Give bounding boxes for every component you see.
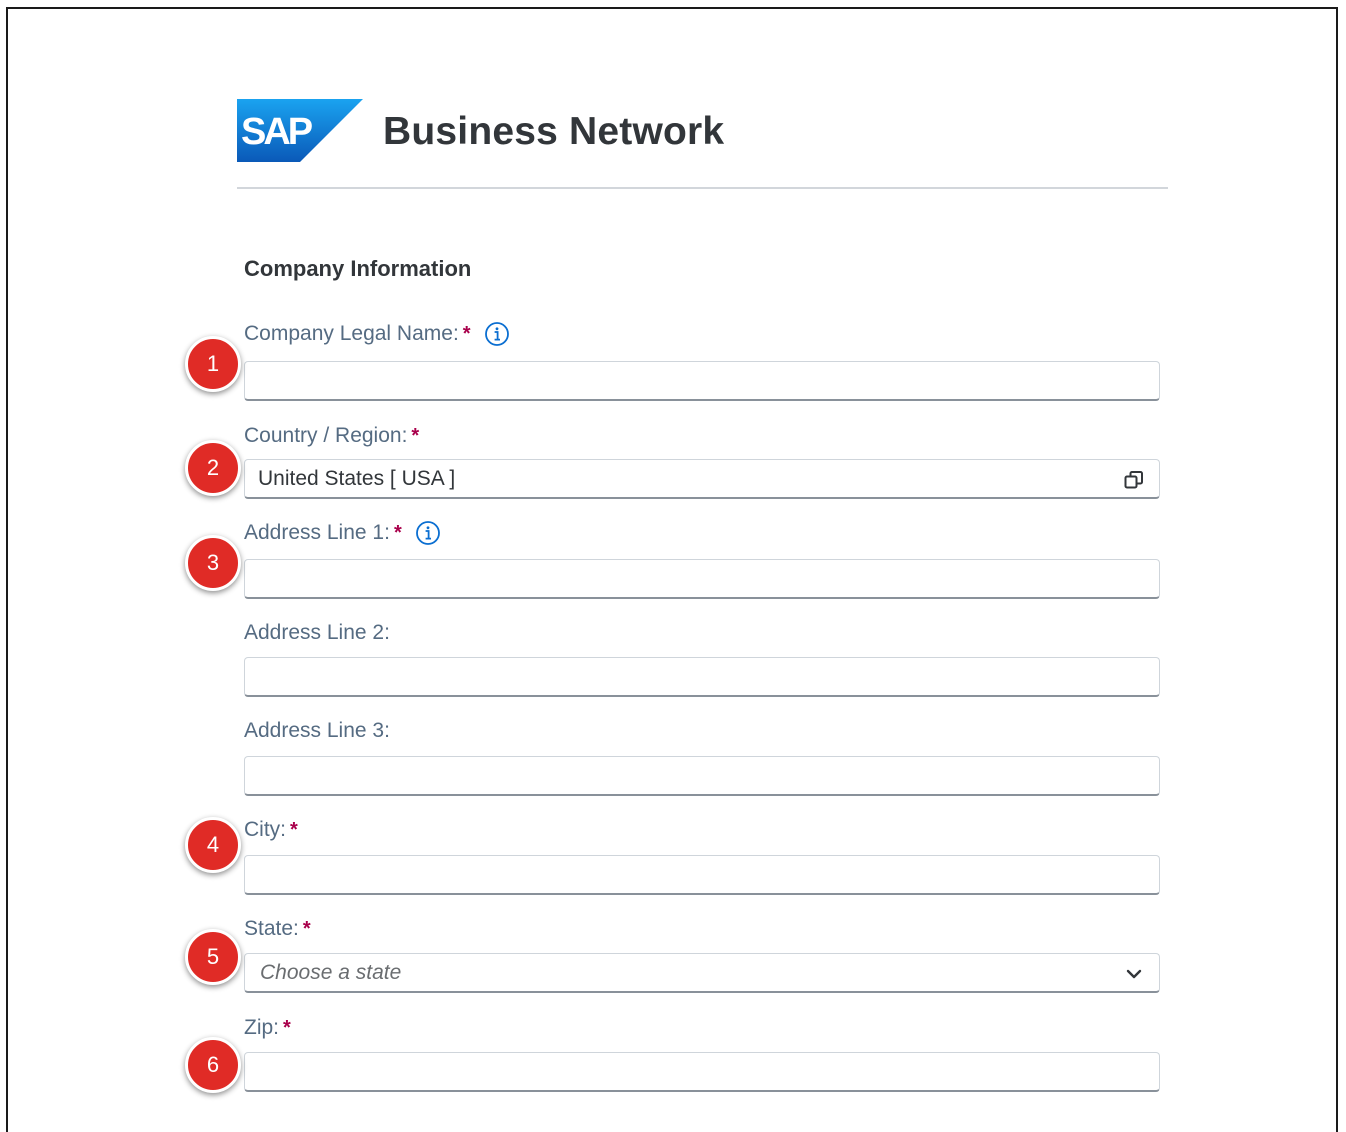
address-line-3-label-text: Address Line 3:	[244, 719, 390, 742]
address-line-3-input[interactable]	[245, 757, 1159, 794]
required-marker: *	[393, 521, 402, 544]
brand-title: Business Network	[383, 110, 725, 153]
callout-badge-4: 4	[185, 817, 241, 873]
country-region-value: United States [ USA ]	[258, 467, 456, 490]
zip-input[interactable]	[245, 1053, 1159, 1090]
address-line-3-label: Address Line 3:	[244, 719, 390, 743]
address-line-3-field[interactable]	[244, 756, 1160, 796]
required-marker: *	[283, 1016, 291, 1039]
chevron-down-icon[interactable]	[1123, 963, 1145, 985]
address-line-2-field[interactable]	[244, 657, 1160, 697]
address-line-1-input[interactable]	[245, 560, 1159, 597]
state-label: State: *	[244, 917, 311, 941]
country-region-field[interactable]: United States [ USA ]	[244, 459, 1160, 499]
sap-logo-text: SAP	[241, 111, 313, 153]
company-legal-name-input[interactable]	[245, 362, 1159, 399]
state-label-text: State:	[244, 917, 299, 940]
info-icon[interactable]	[415, 520, 441, 546]
callout-badge-1: 1	[185, 336, 241, 392]
callout-badge-6: 6	[185, 1037, 241, 1093]
callout-badge-2: 2	[185, 440, 241, 496]
city-field[interactable]	[244, 855, 1160, 895]
country-region-label-text: Country / Region:	[244, 424, 408, 447]
address-line-1-label-text: Address Line 1:	[244, 521, 390, 544]
zip-field[interactable]	[244, 1052, 1160, 1092]
city-input[interactable]	[245, 856, 1159, 893]
country-region-label: Country / Region: *	[244, 424, 419, 448]
city-label-text: City:	[244, 818, 286, 841]
zip-label-text: Zip:	[244, 1016, 280, 1039]
company-legal-name-field[interactable]	[244, 361, 1160, 401]
address-line-2-input[interactable]	[245, 658, 1159, 695]
callout-badge-3: 3	[185, 535, 241, 591]
address-line-1-label: Address Line 1: *	[244, 520, 441, 546]
address-line-2-label-text: Address Line 2:	[244, 621, 390, 644]
section-title: Company Information	[244, 256, 472, 281]
required-marker: *	[411, 424, 420, 447]
company-legal-name-label-text: Company Legal Name:	[244, 322, 459, 345]
address-line-1-field[interactable]	[244, 559, 1160, 599]
required-marker: *	[462, 322, 471, 345]
zip-label: Zip: *	[244, 1016, 291, 1040]
callout-badge-5: 5	[185, 929, 241, 985]
required-marker: *	[302, 917, 311, 940]
info-icon[interactable]	[484, 321, 510, 347]
state-select-placeholder: Choose a state	[260, 961, 402, 984]
city-label: City: *	[244, 818, 298, 842]
header-divider	[237, 187, 1168, 189]
address-line-2-label: Address Line 2:	[244, 621, 390, 645]
required-marker: *	[290, 818, 298, 841]
state-select[interactable]: Choose a state	[244, 953, 1160, 993]
sap-logo: SAP	[237, 99, 363, 162]
value-help-icon[interactable]	[1123, 469, 1145, 491]
company-legal-name-label: Company Legal Name: *	[244, 321, 510, 347]
